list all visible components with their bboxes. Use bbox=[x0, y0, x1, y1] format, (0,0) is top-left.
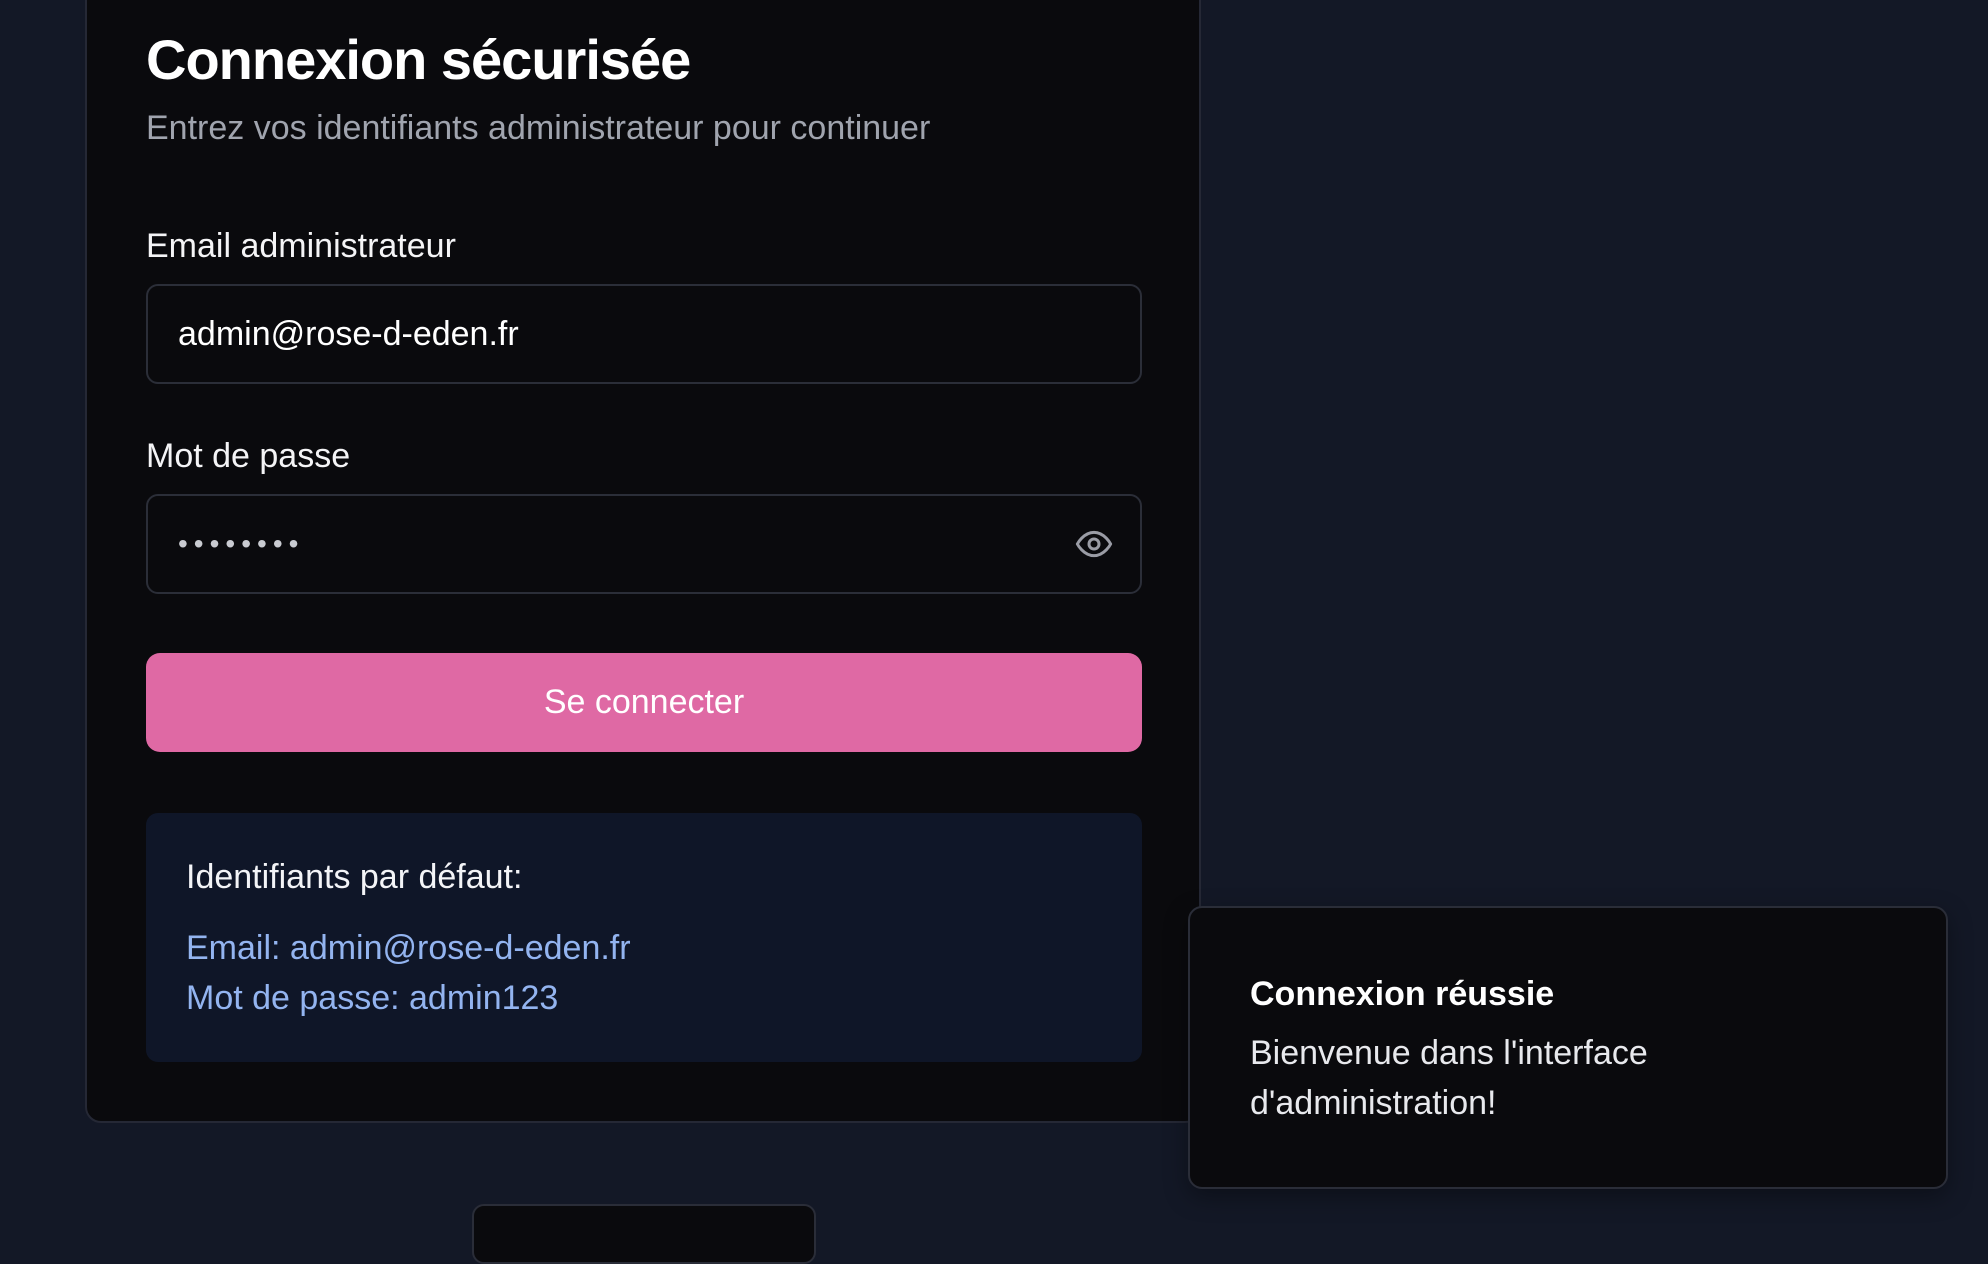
page-subtitle: Entrez vos identifiants administrateur p… bbox=[146, 109, 931, 147]
page-title: Connexion sécurisée bbox=[146, 28, 691, 91]
success-toast[interactable]: Connexion réussie Bienvenue dans l'inter… bbox=[1188, 906, 1948, 1189]
email-input[interactable] bbox=[148, 286, 1140, 382]
default-credentials-title: Identifiants par défaut: bbox=[186, 858, 523, 896]
email-label: Email administrateur bbox=[146, 227, 456, 265]
show-password-button[interactable] bbox=[1054, 496, 1134, 592]
default-password-text: Mot de passe: admin123 bbox=[186, 979, 559, 1017]
default-email-text: Email: admin@rose-d-eden.fr bbox=[186, 929, 631, 967]
password-input[interactable] bbox=[148, 496, 1054, 592]
email-field-container bbox=[146, 284, 1142, 384]
login-button[interactable]: Se connecter bbox=[146, 653, 1142, 752]
password-field-container bbox=[146, 494, 1142, 594]
password-label: Mot de passe bbox=[146, 437, 351, 475]
eye-icon bbox=[1075, 530, 1113, 558]
default-credentials-box: Identifiants par défaut: Email: admin@ro… bbox=[146, 813, 1142, 1062]
toast-message: Bienvenue dans l'interface d'administrat… bbox=[1250, 1034, 1648, 1122]
bottom-panel bbox=[472, 1204, 816, 1264]
toast-title: Connexion réussie bbox=[1250, 975, 1555, 1013]
